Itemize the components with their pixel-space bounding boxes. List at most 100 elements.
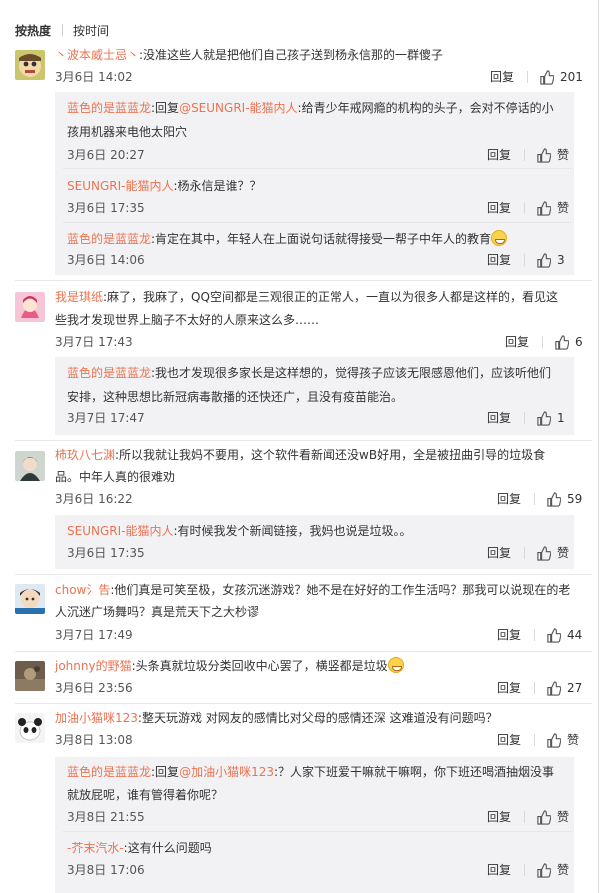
like-count: 赞 <box>557 148 570 162</box>
thumb-up-icon[interactable] <box>536 200 552 216</box>
sort-by-hot[interactable]: 按热度 <box>15 22 51 39</box>
reply-button[interactable]: 回复 <box>505 334 529 350</box>
reply-author[interactable]: 蓝色的是蓝蓝龙 <box>67 232 151 246</box>
comment-actions: 回复 59 <box>497 491 582 507</box>
reply-button[interactable]: 回复 <box>487 147 511 163</box>
comment-text: 我是琪纸:麻了，我麻了，QQ空间都是三观很正的正常人，一直以为很多人都是这样的，… <box>55 290 558 304</box>
thumb-up-icon[interactable] <box>546 732 562 748</box>
reply-time: 3月8日 21:55 <box>67 810 145 824</box>
smile-emoji-icon <box>387 657 404 673</box>
comment-text-line2: 人沉迷广场舞吗？真是荒天下之大杪谬 <box>55 605 260 619</box>
thumb-up-icon[interactable] <box>536 809 552 825</box>
avatar[interactable] <box>15 292 45 322</box>
comment-author[interactable]: 我是琪纸 <box>55 290 103 304</box>
reply-button[interactable]: 回复 <box>497 491 521 507</box>
comment-text: 柿玖八七渊:所以我就让我妈不要用，这个软件看新闻还没wB好用，全是被扭曲引导的垃… <box>55 448 546 462</box>
thumb-up-icon[interactable] <box>546 680 562 696</box>
reply-author[interactable]: 蓝色的是蓝蓝龙 <box>67 765 151 779</box>
reply-actions: 回复 1 <box>487 410 565 426</box>
reply-time: 3月7日 17:47 <box>67 411 145 425</box>
reply-button[interactable]: 回复 <box>487 252 511 268</box>
reply-actions: 回复 赞 <box>487 200 569 216</box>
reply-button[interactable]: 回复 <box>490 69 514 85</box>
comment-actions: 回复 27 <box>497 680 582 696</box>
comment-time: 3月7日 17:49 <box>55 628 133 642</box>
reply-button[interactable]: 回复 <box>497 680 521 696</box>
avatar[interactable] <box>15 713 45 743</box>
sort-by-time[interactable]: 按时间 <box>73 22 109 39</box>
thumb-up-icon[interactable] <box>536 545 552 561</box>
comment-actions: 回复 44 <box>497 627 582 643</box>
thumb-up-icon[interactable] <box>546 491 562 507</box>
avatar[interactable] <box>15 50 45 80</box>
comment-time: 3月7日 17:43 <box>55 335 133 349</box>
reply-author[interactable]: 蓝色的是蓝蓝龙 <box>67 366 151 380</box>
reply-button[interactable]: 回复 <box>497 732 521 748</box>
thumb-up-icon[interactable] <box>546 627 562 643</box>
avatar[interactable] <box>15 584 45 614</box>
reply-button[interactable]: 回复 <box>487 545 511 561</box>
comment-text: 丶波本威士忌丶:没准这些人就是把他们自己孩子送到杨永信那的一群傻子 <box>55 48 444 62</box>
reply-time: 3月6日 14:06 <box>67 253 145 267</box>
reply-actions: 回复 3 <box>487 252 565 268</box>
comment-time: 3月8日 13:08 <box>55 733 133 747</box>
comment-time: 3月6日 16:22 <box>55 492 133 506</box>
reply-button[interactable]: 回复 <box>487 809 511 825</box>
like-count: 赞 <box>557 201 570 215</box>
thumb-up-icon[interactable] <box>536 252 552 268</box>
reply-text-line2: 孩用机器来电他太阳穴 <box>67 125 188 139</box>
divider <box>15 703 592 704</box>
avatar[interactable] <box>15 661 45 691</box>
like-count: 赞 <box>557 546 570 560</box>
reply-text: SEUNGRI-能猫内人:有时候我发个新闻链接，我妈也说是垃圾。。 <box>67 524 412 538</box>
right-border <box>598 0 599 893</box>
reply-actions: 回复 赞 <box>487 147 569 163</box>
divider <box>63 168 571 169</box>
reply-text: 蓝色的是蓝蓝龙:肯定在其中，年轻人在上面说句话就得接受一帮子中年人的教育 <box>67 230 508 247</box>
thumb-up-icon[interactable] <box>536 147 552 163</box>
thumb-up-icon[interactable] <box>536 410 552 426</box>
reply-author[interactable]: SEUNGRI-能猫内人 <box>67 524 173 538</box>
reply-author[interactable]: SEUNGRI-能猫内人 <box>67 179 173 193</box>
reply-author[interactable]: -芥末汽水- <box>67 841 124 855</box>
mention-link[interactable]: @SEUNGRI-能猫内人 <box>179 101 297 115</box>
comment-author[interactable]: chow氵告 <box>55 583 110 597</box>
divider <box>15 280 592 281</box>
comment-time: 3月6日 14:02 <box>55 70 133 84</box>
like-count: 赞 <box>557 810 570 824</box>
comment-actions: 回复 6 <box>505 334 583 350</box>
mention-link[interactable]: @加油小猫咪123 <box>179 765 274 779</box>
reply-actions: 回复 赞 <box>487 545 569 561</box>
reply-button[interactable]: 回复 <box>487 410 511 426</box>
reply-time: 3月6日 17:35 <box>67 201 145 215</box>
grin-emoji-icon <box>491 230 508 246</box>
reply-text: 蓝色的是蓝蓝龙:我也才发现很多家长是这样想的，觉得孩子应该无限感恩他们，应该听他… <box>67 366 552 380</box>
reply-button[interactable]: 回复 <box>497 627 521 643</box>
reply-time: 3月6日 20:27 <box>67 148 145 162</box>
reply-button[interactable]: 回复 <box>487 200 511 216</box>
thumb-up-icon[interactable] <box>539 69 555 85</box>
reply-actions: 回复 赞 <box>487 862 569 878</box>
divider <box>63 222 571 223</box>
thumb-up-icon[interactable] <box>554 334 570 350</box>
divider <box>15 440 592 441</box>
thumb-up-icon[interactable] <box>536 862 552 878</box>
reply-author[interactable]: 蓝色的是蓝蓝龙 <box>67 101 151 115</box>
like-count: 27 <box>567 681 583 695</box>
reply-text: -芥末汽水-:这有什么问题吗 <box>67 841 212 855</box>
sort-separator <box>62 24 64 36</box>
comment-time: 3月6日 23:56 <box>55 681 133 695</box>
reply-button[interactable]: 回复 <box>487 862 511 878</box>
reply-time: 3月8日 17:06 <box>67 863 145 877</box>
comment-author[interactable]: johnny的野猫 <box>55 659 132 673</box>
reply-text: 蓝色的是蓝蓝龙:回复@SEUNGRI-能猫内人:给青少年戒网瘾的机构的头子，会对… <box>67 101 554 115</box>
like-count: 44 <box>567 628 583 642</box>
avatar[interactable] <box>15 451 45 481</box>
comment-author[interactable]: 加油小猫咪123 <box>55 711 138 725</box>
comment-author[interactable]: 丶波本威士忌丶 <box>55 48 139 62</box>
reply-text: 蓝色的是蓝蓝龙:回复@加油小猫咪123:？人家下班爱干嘛就干嘛啊，你下班还喝酒抽… <box>67 765 555 779</box>
comment-text-line2: 品。中年人真的很难劝 <box>55 470 176 484</box>
comment-author[interactable]: 柿玖八七渊 <box>55 448 115 462</box>
reply-text-line2: 安排，这种思想比新冠病毒散播的还快还广，且没有疫苗能治。 <box>67 390 404 404</box>
comment-actions: 回复 赞 <box>497 732 579 748</box>
